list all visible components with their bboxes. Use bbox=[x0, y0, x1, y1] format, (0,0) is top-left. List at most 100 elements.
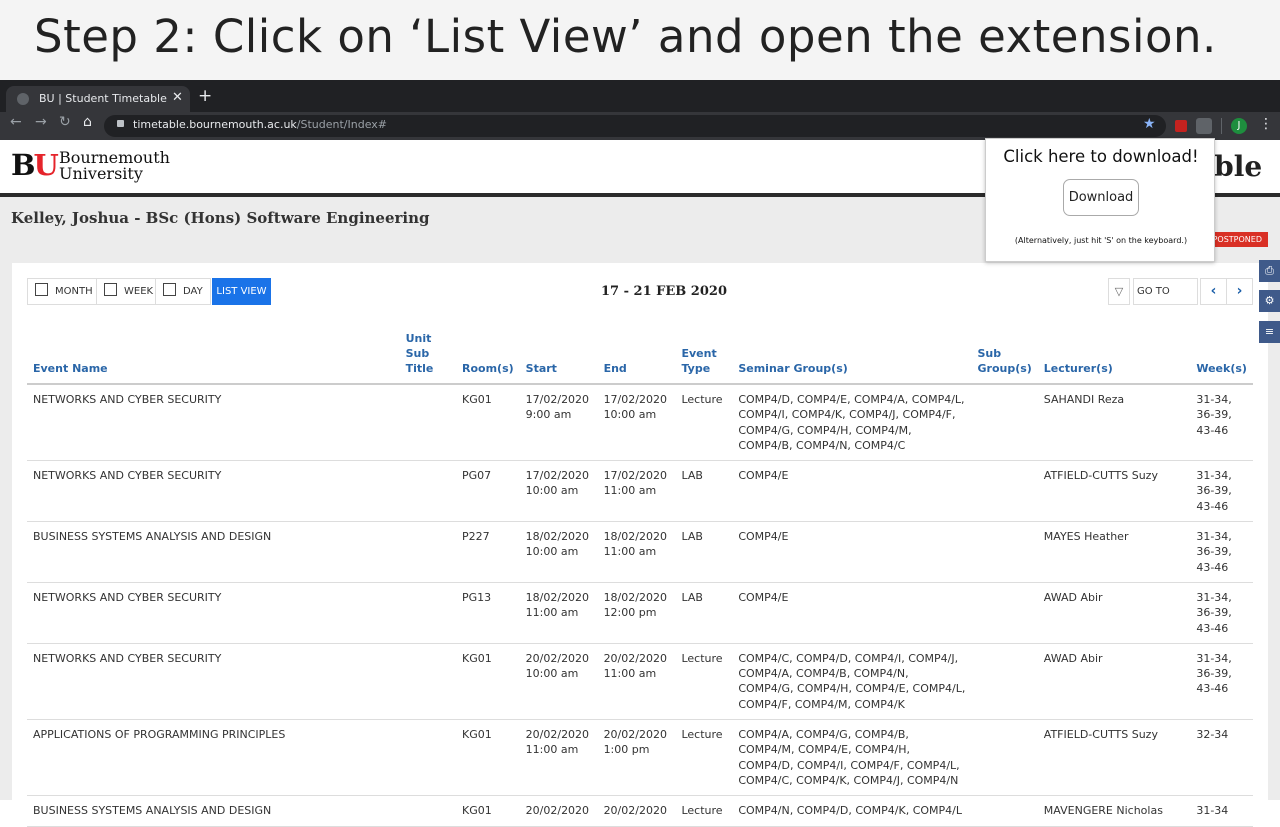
student-name-course: Kelley, Joshua - BSc (Hons) Software Eng… bbox=[11, 209, 430, 227]
cell-unit-sub-title bbox=[399, 384, 456, 462]
cell-event-name: NETWORKS AND CYBER SECURITY bbox=[27, 460, 400, 523]
col-header-weeks[interactable]: Week(s) bbox=[1190, 331, 1253, 385]
cell-rooms: KG01 bbox=[456, 719, 520, 797]
filter-icon[interactable]: ▽ bbox=[1108, 278, 1130, 305]
university-name: Bournemouth University bbox=[59, 148, 170, 183]
table-row[interactable]: NETWORKS AND CYBER SECURITY KG01 17/02/202… bbox=[27, 384, 1253, 462]
postponed-badge: POSTPONED bbox=[1209, 232, 1268, 247]
col-header-event-type[interactable]: Event Type bbox=[675, 331, 733, 385]
cell-rooms: PG07 bbox=[456, 460, 520, 523]
cell-rooms: PG13 bbox=[456, 582, 520, 644]
cell-unit-sub-title bbox=[399, 582, 456, 644]
cell-unit-sub-title bbox=[399, 460, 456, 523]
cell-lecturers: ATFIELD-CUTTS Suzy bbox=[1037, 460, 1191, 523]
ublock-extension-icon[interactable] bbox=[1175, 120, 1187, 132]
cell-lecturers: MAYES Heather bbox=[1037, 521, 1191, 583]
popup-keyboard-hint: (Alternatively, just hit 'S' on the keyb… bbox=[1014, 236, 1188, 245]
browser-menu-icon[interactable]: ⋮ bbox=[1259, 116, 1273, 132]
col-header-start[interactable]: Start bbox=[519, 331, 598, 385]
col-header-seminar-groups[interactable]: Seminar Group(s) bbox=[732, 331, 972, 385]
day-calendar-icon bbox=[163, 283, 176, 296]
goto-date-field[interactable]: GO TO bbox=[1133, 278, 1198, 305]
cell-end: 17/02/2020 11:00 am bbox=[597, 460, 676, 523]
home-icon[interactable]: ⌂ bbox=[83, 114, 92, 130]
timetable-extension-icon[interactable] bbox=[1196, 118, 1212, 134]
table-row[interactable]: APPLICATIONS OF PROGRAMMING PRINCIPLES KG… bbox=[27, 719, 1253, 797]
back-icon[interactable]: ← bbox=[10, 114, 22, 130]
cell-lecturers: MAVENGERE Nicholas bbox=[1037, 795, 1191, 827]
cell-event-type: Lecture bbox=[675, 384, 733, 462]
table-row[interactable]: NETWORKS AND CYBER SECURITY KG01 20/02/202… bbox=[27, 643, 1253, 721]
cell-seminar-groups: COMP4/E bbox=[732, 521, 972, 583]
print-icon[interactable]: ⎙ bbox=[1259, 260, 1280, 282]
cell-weeks: 32-34 bbox=[1190, 719, 1253, 797]
cell-event-type: Lecture bbox=[675, 643, 733, 721]
list-view-button[interactable]: LIST VIEW bbox=[212, 278, 271, 305]
cell-weeks: 31-34, 36-39, 43-46 bbox=[1190, 582, 1253, 644]
cell-event-type: LAB bbox=[675, 460, 733, 523]
cell-start: 20/02/2020 10:00 am bbox=[519, 643, 598, 721]
cell-sub-groups bbox=[971, 460, 1038, 523]
date-range: 17 - 21 FEB 2020 bbox=[601, 284, 727, 299]
cell-seminar-groups: COMP4/N, COMP4/D, COMP4/K, COMP4/L bbox=[732, 795, 972, 827]
cell-rooms: KG01 bbox=[456, 384, 520, 462]
browser-tab-title: BU | Student Timetable bbox=[39, 92, 167, 105]
profile-avatar[interactable]: J bbox=[1231, 118, 1247, 134]
cell-event-type: LAB bbox=[675, 582, 733, 644]
table-row[interactable]: NETWORKS AND CYBER SECURITY PG13 18/02/202… bbox=[27, 582, 1253, 644]
cell-weeks: 31-34 bbox=[1190, 795, 1253, 827]
cell-rooms: P227 bbox=[456, 521, 520, 583]
cell-event-type: Lecture bbox=[675, 719, 733, 797]
cell-sub-groups bbox=[971, 719, 1038, 797]
url-text[interactable]: timetable.bournemouth.ac.uk/Student/Inde… bbox=[133, 118, 387, 131]
table-body: NETWORKS AND CYBER SECURITY KG01 17/02/202… bbox=[27, 384, 1253, 827]
next-week-button[interactable]: › bbox=[1226, 278, 1253, 305]
cell-event-name: NETWORKS AND CYBER SECURITY bbox=[27, 384, 400, 462]
cell-rooms: KG01 bbox=[456, 643, 520, 721]
col-header-unit-sub-title[interactable]: Unit Sub Title bbox=[399, 331, 456, 385]
step-caption: Step 2: Click on ‘List View’ and open th… bbox=[34, 10, 1217, 63]
new-tab-icon[interactable]: + bbox=[198, 86, 212, 106]
browser-tab[interactable]: BU | Student Timetable ✕ bbox=[6, 86, 190, 112]
cell-unit-sub-title bbox=[399, 643, 456, 721]
close-tab-icon[interactable]: ✕ bbox=[172, 90, 183, 105]
day-view-button[interactable]: DAY bbox=[155, 278, 211, 305]
bookmark-star-icon[interactable]: ★ bbox=[1143, 116, 1156, 132]
cell-end: 18/02/2020 11:00 am bbox=[597, 521, 676, 583]
col-header-sub-groups[interactable]: Sub Group(s) bbox=[971, 331, 1038, 385]
cell-start: 18/02/2020 10:00 am bbox=[519, 521, 598, 583]
col-header-lecturers[interactable]: Lecturer(s) bbox=[1037, 331, 1191, 385]
forward-icon[interactable]: → bbox=[35, 114, 47, 130]
menu-list-icon[interactable]: ≡ bbox=[1259, 321, 1280, 343]
cell-seminar-groups: COMP4/D, COMP4/E, COMP4/A, COMP4/L, COMP… bbox=[732, 384, 972, 462]
col-header-event-name[interactable]: Event Name bbox=[27, 331, 400, 385]
table-row[interactable]: BUSINESS SYSTEMS ANALYSIS AND DESIGN P227… bbox=[27, 521, 1253, 583]
cell-start: 20/02/2020 11:00 am bbox=[519, 719, 598, 797]
week-view-button[interactable]: WEEK bbox=[96, 278, 156, 305]
table-row[interactable]: BUSINESS SYSTEMS ANALYSIS AND DESIGN KG01… bbox=[27, 795, 1253, 827]
lock-icon bbox=[117, 120, 124, 127]
col-header-rooms[interactable]: Room(s) bbox=[456, 331, 520, 385]
download-button[interactable]: Download bbox=[1063, 179, 1139, 216]
settings-gear-icon[interactable]: ⚙ bbox=[1259, 290, 1280, 312]
cell-event-name: NETWORKS AND CYBER SECURITY bbox=[27, 643, 400, 721]
cell-start: 17/02/2020 9:00 am bbox=[519, 384, 598, 462]
cell-event-type: LAB bbox=[675, 521, 733, 583]
col-header-end[interactable]: End bbox=[597, 331, 676, 385]
reload-icon[interactable]: ↻ bbox=[59, 114, 71, 130]
cell-start: 18/02/2020 11:00 am bbox=[519, 582, 598, 644]
cell-sub-groups bbox=[971, 582, 1038, 644]
cell-end: 20/02/2020 11:00 am bbox=[597, 643, 676, 721]
table-row[interactable]: NETWORKS AND CYBER SECURITY PG07 17/02/202… bbox=[27, 460, 1253, 523]
bu-logo[interactable]: BU bbox=[11, 150, 59, 180]
cell-lecturers: AWAD Abir bbox=[1037, 643, 1191, 721]
month-view-button[interactable]: MONTH bbox=[27, 278, 97, 305]
week-calendar-icon bbox=[104, 283, 117, 296]
globe-icon bbox=[17, 93, 29, 105]
cell-event-name: BUSINESS SYSTEMS ANALYSIS AND DESIGN bbox=[27, 521, 400, 583]
cell-weeks: 31-34, 36-39, 43-46 bbox=[1190, 643, 1253, 721]
month-calendar-icon bbox=[35, 283, 48, 296]
previous-week-button[interactable]: ‹ bbox=[1200, 278, 1227, 305]
cell-event-name: NETWORKS AND CYBER SECURITY bbox=[27, 582, 400, 644]
cell-rooms: KG01 bbox=[456, 795, 520, 827]
